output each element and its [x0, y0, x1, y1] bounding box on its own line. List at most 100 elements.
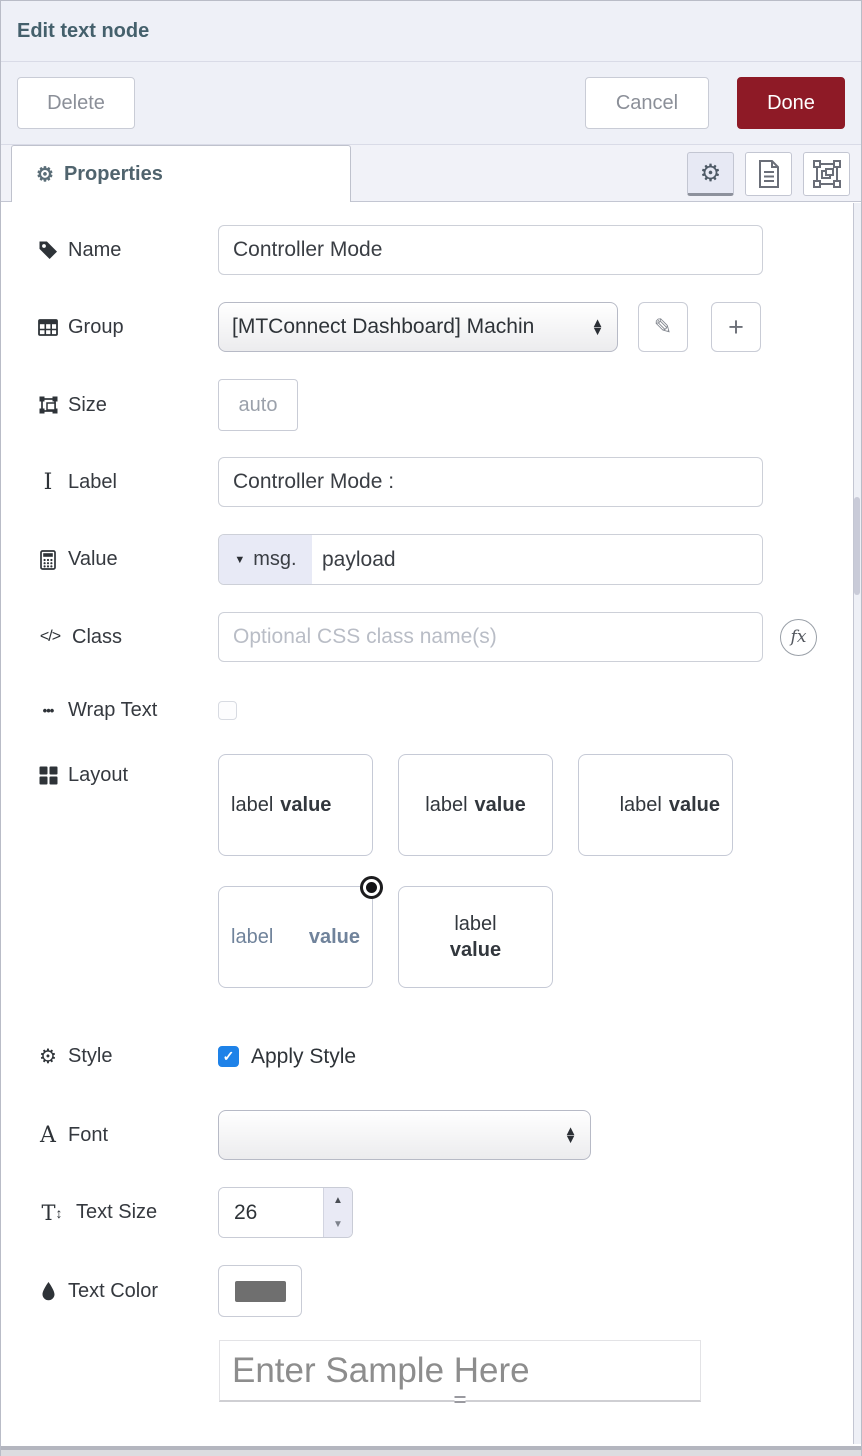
layout-option-value: value: [475, 794, 526, 817]
font-label: Font: [68, 1124, 108, 1147]
wrap-text-label: Wrap Text: [68, 699, 157, 722]
apply-style-label: Apply Style: [251, 1045, 356, 1069]
label-label-group: I Label: [37, 470, 218, 495]
value-row: Value ▼ msg.: [37, 534, 861, 585]
layout-option-row-spread-selected[interactable]: label value: [218, 886, 373, 988]
layout-option-row-left[interactable]: label value: [218, 754, 373, 856]
select-arrows-icon: ▲▼: [591, 319, 604, 335]
text-color-label: Text Color: [68, 1280, 158, 1303]
size-frame-icon: [37, 395, 59, 415]
ibeam-icon: I: [37, 470, 59, 495]
dialog-title: Edit text node: [17, 20, 149, 43]
text-color-button[interactable]: [218, 1265, 302, 1317]
label-input[interactable]: [218, 457, 763, 507]
value-input[interactable]: [312, 535, 762, 584]
text-height-icon: T↕: [37, 1201, 67, 1225]
tab-properties[interactable]: ⚙ Properties: [11, 145, 351, 202]
name-label: Name: [68, 239, 121, 262]
calculator-icon: [37, 550, 59, 570]
layout-option-value: value: [309, 926, 360, 949]
layout-option-label: label: [620, 794, 662, 817]
layout-option-col-center[interactable]: label value: [398, 886, 553, 988]
font-label-group: A Font: [37, 1123, 218, 1148]
action-bar: Delete Cancel Done: [1, 62, 861, 145]
value-label-group: Value: [37, 548, 218, 571]
resize-grip[interactable]: [455, 1396, 466, 1403]
stepper-buttons: ▲ ▼: [323, 1188, 352, 1237]
text-size-row: T↕ Text Size ▲ ▼: [37, 1187, 861, 1238]
plus-icon: +: [728, 314, 744, 341]
wrap-text-label-group: ••• Wrap Text: [37, 699, 218, 722]
ellipsis-icon: •••: [37, 703, 59, 718]
text-size-label-group: T↕ Text Size: [37, 1201, 218, 1225]
size-row: Size auto: [37, 379, 861, 431]
fx-badge[interactable]: fx: [780, 619, 817, 656]
cancel-button[interactable]: Cancel: [585, 77, 709, 129]
layout-option-value: value: [669, 794, 720, 817]
class-row: </> Class fx: [37, 612, 861, 662]
add-group-button[interactable]: +: [711, 302, 761, 352]
properties-form: Name Group [MTConnect Dashboard] Machin …: [1, 202, 861, 1402]
group-label: Group: [68, 316, 124, 339]
group-select[interactable]: [MTConnect Dashboard] Machin ▲▼: [218, 302, 618, 352]
layout-option-value: value: [280, 794, 331, 817]
tag-icon: [37, 240, 59, 260]
edit-group-button[interactable]: ✎: [638, 302, 688, 352]
layout-label-group: Layout: [37, 764, 218, 787]
group-label-group: Group: [37, 316, 218, 339]
text-size-stepper: ▲ ▼: [218, 1187, 353, 1238]
class-label-group: </> Class: [37, 626, 218, 649]
value-type-selector[interactable]: ▼ msg.: [219, 535, 312, 584]
scrollbar-track[interactable]: [853, 203, 861, 1444]
font-row: A Font ▲▼: [37, 1110, 861, 1160]
selected-radio-icon: [360, 876, 383, 899]
tab-properties-label: Properties: [64, 163, 163, 186]
stepper-up-button[interactable]: ▲: [324, 1188, 352, 1213]
selection-frame-icon: [813, 160, 841, 188]
layout-option-label: label: [454, 913, 496, 936]
delete-button[interactable]: Delete: [17, 77, 135, 129]
dialog-header: Edit text node: [1, 1, 861, 62]
name-label-group: Name: [37, 239, 218, 262]
done-button[interactable]: Done: [737, 77, 845, 129]
size-auto-button[interactable]: auto: [218, 379, 298, 431]
gear-icon: ⚙: [700, 159, 722, 188]
label-row: I Label: [37, 457, 861, 507]
appearance-tab-button[interactable]: [803, 152, 850, 196]
table-icon: [37, 319, 59, 336]
caret-down-icon: ▼: [234, 554, 245, 566]
name-input[interactable]: [218, 225, 763, 275]
name-row: Name: [37, 225, 861, 275]
class-input[interactable]: [218, 612, 763, 662]
text-size-label: Text Size: [76, 1201, 157, 1224]
layout-option-row-right[interactable]: label value: [578, 754, 733, 856]
group-selected-option: [MTConnect Dashboard] Machin: [232, 315, 534, 339]
sample-row: [219, 1340, 701, 1402]
description-tab-button[interactable]: [745, 152, 792, 196]
wrap-text-row: ••• Wrap Text: [37, 699, 861, 722]
style-row: ⚙ Style Apply Style: [37, 1044, 861, 1069]
select-arrows-icon: ▲▼: [564, 1127, 577, 1143]
scrollbar-thumb[interactable]: [854, 497, 860, 595]
layout-option-row-center[interactable]: label value: [398, 754, 553, 856]
sample-text-input[interactable]: [219, 1340, 701, 1402]
layout-option-value: value: [450, 939, 501, 962]
value-label: Value: [68, 548, 118, 571]
stepper-down-button[interactable]: ▼: [324, 1213, 352, 1238]
group-row: Group [MTConnect Dashboard] Machin ▲▼ ✎ …: [37, 302, 861, 352]
apply-style-checkbox[interactable]: [218, 1046, 239, 1067]
gear-icon: ⚙: [36, 162, 54, 187]
text-color-row: Text Color: [37, 1265, 861, 1317]
droplet-icon: [37, 1282, 59, 1301]
gear-icon: ⚙: [37, 1044, 59, 1069]
size-label: Size: [68, 394, 107, 417]
grid-icon: [37, 766, 59, 785]
class-label: Class: [72, 626, 122, 649]
layout-row: Layout label value label value label val…: [37, 754, 861, 988]
wrap-text-checkbox[interactable]: [218, 701, 237, 720]
layout-option-label: label: [425, 794, 467, 817]
font-select[interactable]: ▲▼: [218, 1110, 591, 1160]
text-size-input[interactable]: [219, 1188, 323, 1237]
style-label-group: ⚙ Style: [37, 1044, 218, 1069]
properties-tab-button[interactable]: ⚙: [687, 152, 734, 196]
